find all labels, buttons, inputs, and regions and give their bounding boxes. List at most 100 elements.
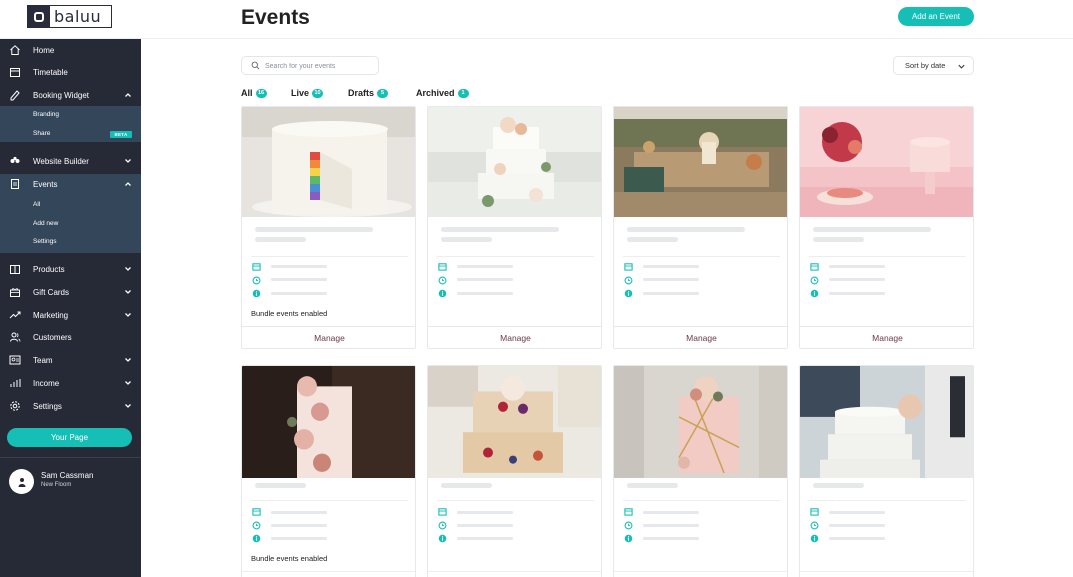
event-card[interactable]: Bundle events enabled Manage bbox=[241, 106, 416, 349]
event-card[interactable]: Manage bbox=[799, 106, 974, 349]
placeholder-line bbox=[643, 524, 699, 527]
add-event-button[interactable]: Add an Event bbox=[898, 7, 974, 26]
placeholder-line bbox=[255, 483, 306, 488]
user-avatar-icon bbox=[18, 477, 25, 487]
calendar-icon bbox=[624, 263, 633, 271]
trend-icon bbox=[8, 308, 22, 322]
user-subtitle: New Floom bbox=[41, 482, 72, 488]
placeholder-line bbox=[643, 292, 699, 295]
calendar-icon bbox=[810, 263, 819, 271]
sort-dropdown[interactable]: Sort by date bbox=[893, 56, 974, 75]
event-card[interactable]: Manage bbox=[613, 106, 788, 349]
manage-button[interactable]: Manage bbox=[428, 326, 601, 348]
info-icon bbox=[438, 289, 447, 298]
logo-text: baluu bbox=[54, 7, 102, 26]
event-card[interactable] bbox=[799, 365, 974, 577]
search-icon bbox=[251, 61, 260, 70]
placeholder-line bbox=[813, 227, 931, 232]
chevron-down-icon bbox=[125, 313, 131, 317]
placeholder-line bbox=[813, 237, 864, 242]
event-card[interactable]: Bundle events enabled bbox=[241, 365, 416, 577]
placeholder-line bbox=[457, 265, 513, 268]
your-page-button[interactable]: Your Page bbox=[7, 428, 132, 447]
placeholder-line bbox=[829, 292, 885, 295]
chevron-down-icon bbox=[125, 358, 131, 362]
sidebar-item-website-builder[interactable]: Website Builder bbox=[0, 150, 141, 172]
sidebar-item-home[interactable]: Home bbox=[0, 39, 141, 61]
gift-icon bbox=[8, 285, 22, 299]
card-divider bbox=[809, 500, 966, 501]
card-divider bbox=[242, 571, 415, 572]
calendar-icon bbox=[438, 263, 447, 271]
placeholder-line bbox=[829, 278, 885, 281]
tab-all[interactable]: All 16 bbox=[241, 88, 267, 98]
sidebar-item-timetable[interactable]: Timetable bbox=[0, 61, 141, 83]
event-card[interactable] bbox=[613, 365, 788, 577]
sidebar-item-gift-cards[interactable]: Gift Cards bbox=[0, 281, 141, 303]
sidebar-item-customers[interactable]: Customers bbox=[0, 326, 141, 348]
sidebar-item-products[interactable]: Products bbox=[0, 258, 141, 280]
placeholder-line bbox=[441, 227, 559, 232]
sidebar-item-income[interactable]: Income bbox=[0, 372, 141, 394]
sidebar-item-settings[interactable]: Settings bbox=[0, 395, 141, 417]
sidebar-subitem-share[interactable]: Share bbox=[33, 130, 50, 137]
placeholder-line bbox=[457, 292, 513, 295]
calendar-icon bbox=[252, 263, 261, 271]
sidebar-subitem-all[interactable]: All bbox=[33, 201, 40, 208]
website-icon bbox=[8, 154, 22, 168]
placeholder-line bbox=[643, 265, 699, 268]
logo-mark-icon bbox=[28, 6, 50, 27]
team-icon bbox=[8, 353, 22, 367]
sidebar: Home Timetable Booking Widget Branding S… bbox=[0, 39, 141, 577]
tab-drafts[interactable]: Drafts 5 bbox=[348, 88, 389, 98]
event-image-naked-berry-cake bbox=[428, 366, 601, 478]
calendar-icon bbox=[252, 508, 261, 516]
chevron-down-icon bbox=[125, 404, 131, 408]
sidebar-subitem-add-new[interactable]: Add new bbox=[33, 220, 58, 227]
baluu-logo[interactable]: baluu bbox=[27, 5, 112, 28]
event-card[interactable]: Manage bbox=[427, 106, 602, 349]
card-divider bbox=[251, 256, 408, 257]
tab-count-badge: 16 bbox=[255, 88, 267, 98]
user-name[interactable]: Sam Cassman bbox=[41, 471, 93, 480]
search-box bbox=[241, 56, 379, 75]
placeholder-line bbox=[271, 524, 327, 527]
placeholder-line bbox=[627, 227, 745, 232]
placeholder-line bbox=[829, 524, 885, 527]
event-card[interactable] bbox=[427, 365, 602, 577]
bundle-status: Bundle events enabled bbox=[251, 554, 328, 563]
products-icon bbox=[8, 262, 22, 276]
search-input[interactable] bbox=[265, 59, 375, 73]
chevron-up-icon bbox=[125, 93, 131, 97]
tab-archived[interactable]: Archived 1 bbox=[416, 88, 469, 98]
card-divider bbox=[437, 500, 594, 501]
placeholder-line bbox=[813, 483, 864, 488]
sidebar-item-team[interactable]: Team bbox=[0, 349, 141, 371]
sort-label: Sort by date bbox=[905, 61, 946, 70]
sidebar-subitem-settings[interactable]: Settings bbox=[33, 238, 57, 245]
home-icon bbox=[8, 43, 22, 57]
placeholder-line bbox=[457, 511, 513, 514]
manage-button[interactable]: Manage bbox=[614, 326, 787, 348]
card-divider bbox=[251, 500, 408, 501]
avatar[interactable] bbox=[9, 469, 34, 494]
card-divider bbox=[809, 256, 966, 257]
card-divider bbox=[614, 571, 787, 572]
bundle-status: Bundle events enabled bbox=[251, 309, 328, 318]
calendar-icon bbox=[8, 65, 22, 79]
tab-live[interactable]: Live 10 bbox=[291, 88, 324, 98]
info-icon bbox=[438, 534, 447, 543]
sidebar-item-marketing[interactable]: Marketing bbox=[0, 304, 141, 326]
placeholder-line bbox=[271, 278, 327, 281]
gear-icon bbox=[8, 399, 22, 413]
tab-count-badge: 1 bbox=[457, 88, 469, 98]
tab-count-badge: 10 bbox=[312, 88, 324, 98]
placeholder-line bbox=[271, 537, 327, 540]
sidebar-item-events[interactable]: Events bbox=[0, 173, 141, 195]
clock-icon bbox=[810, 276, 819, 285]
sidebar-item-booking-widget[interactable]: Booking Widget bbox=[0, 84, 141, 106]
placeholder-line bbox=[457, 524, 513, 527]
manage-button[interactable]: Manage bbox=[800, 326, 973, 348]
manage-button[interactable]: Manage bbox=[242, 326, 415, 348]
sidebar-subitem-branding[interactable]: Branding bbox=[33, 111, 59, 118]
